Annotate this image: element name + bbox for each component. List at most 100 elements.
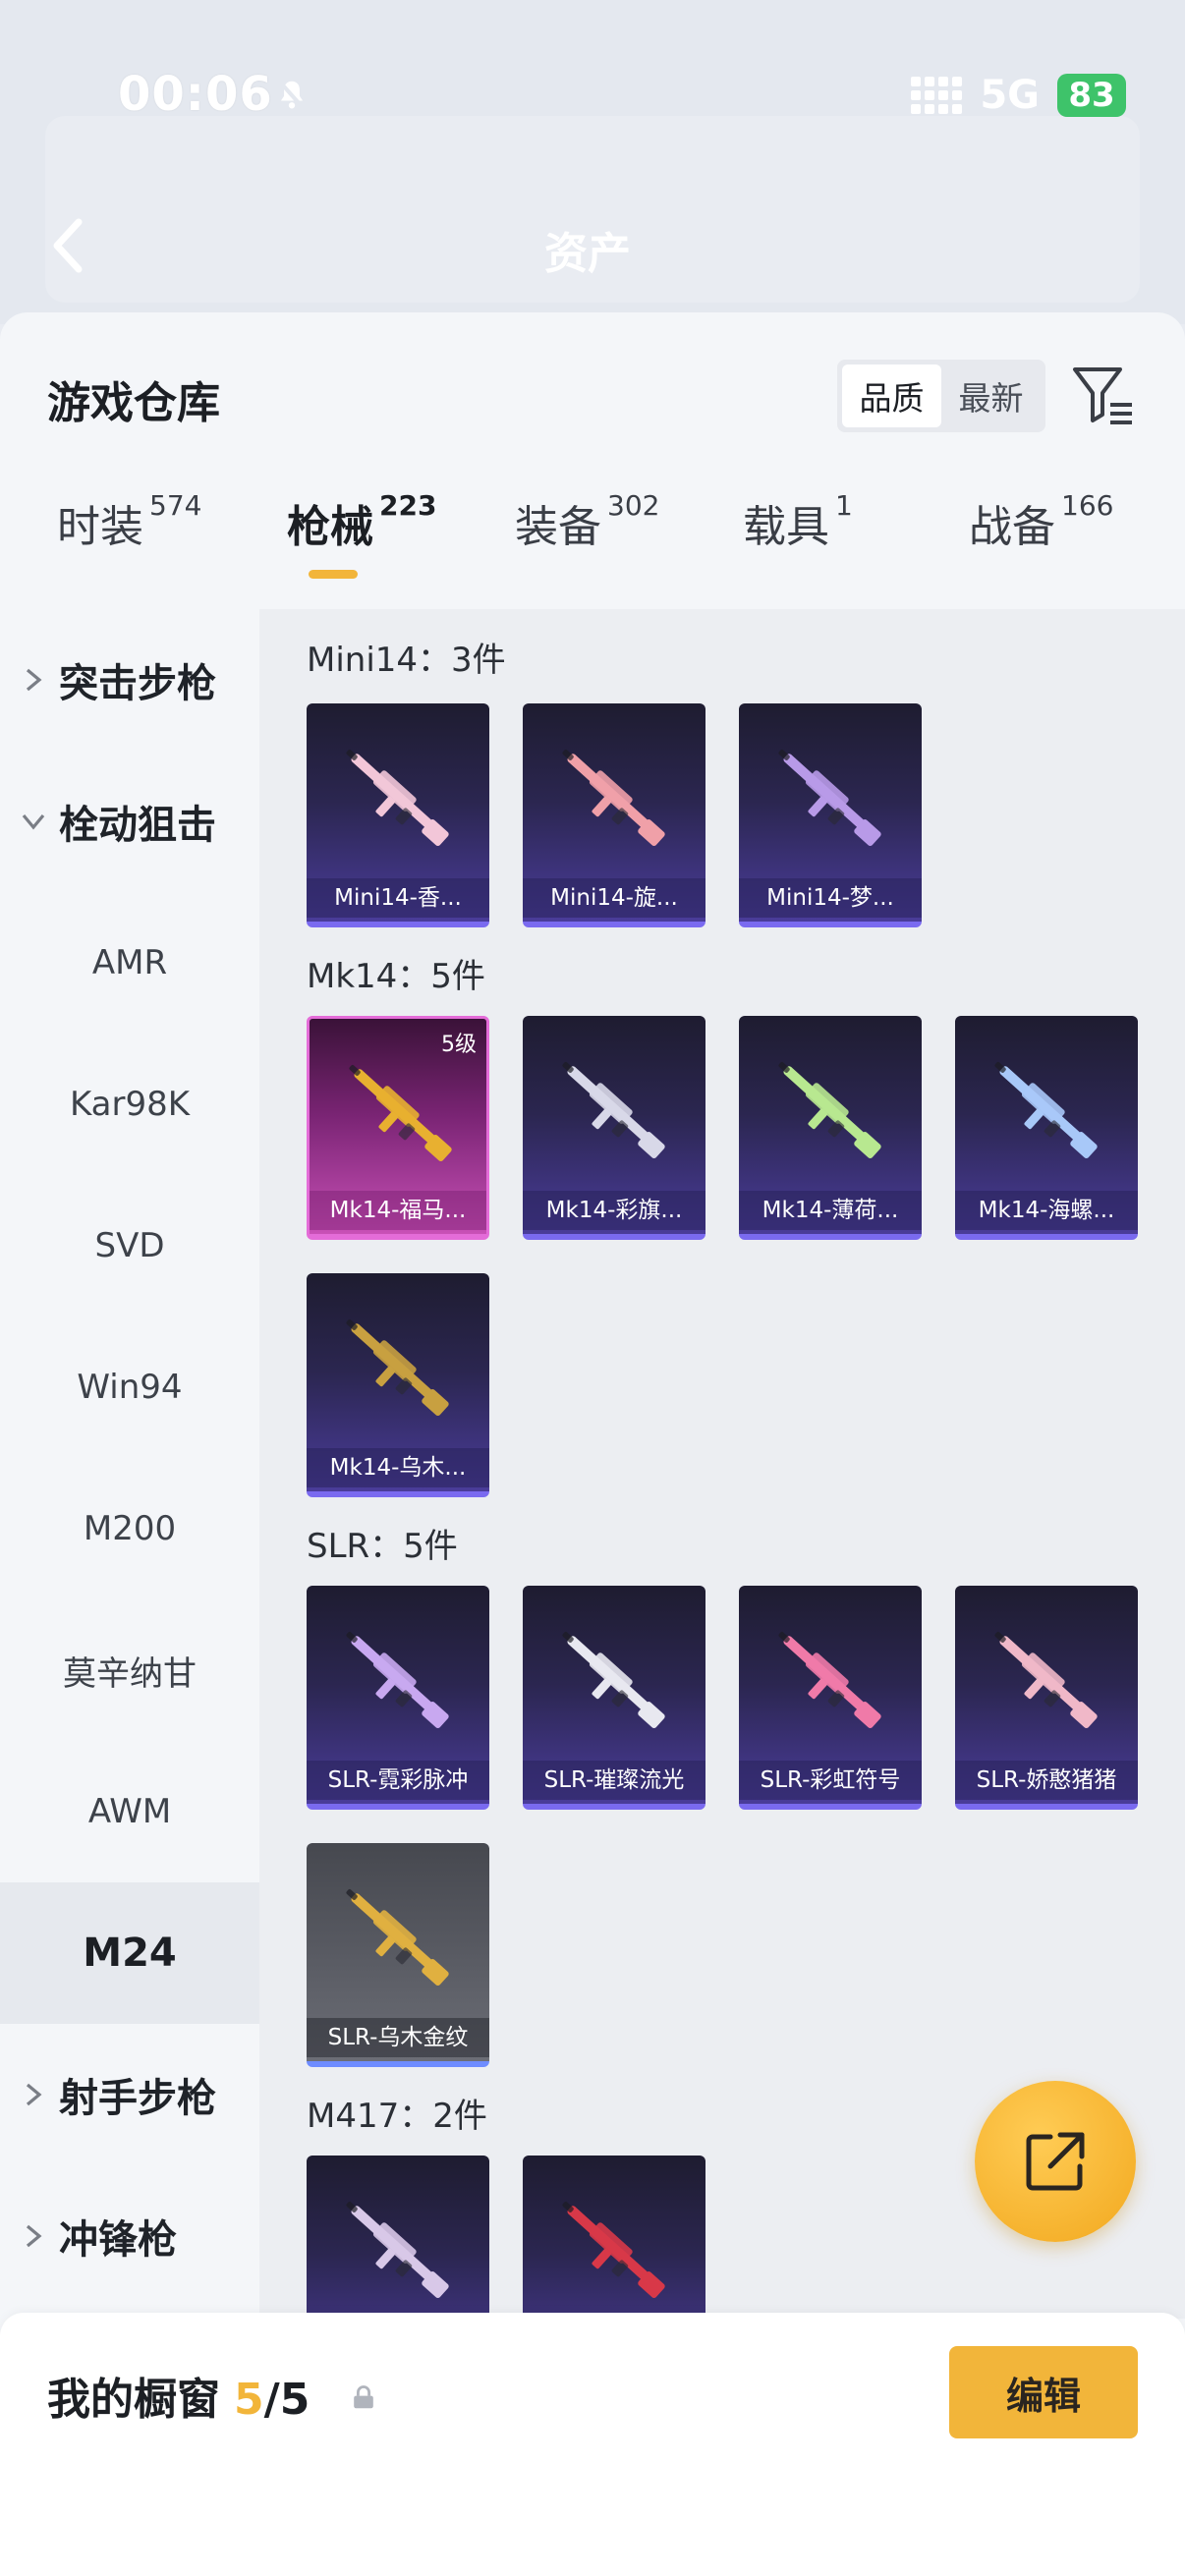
weapon-skin-icon: [778, 1632, 881, 1729]
weapon-skin-icon: [346, 1889, 449, 1987]
sort-option-newest[interactable]: 最新: [941, 364, 1041, 427]
section-title-slr: SLR：5件: [307, 1527, 458, 1566]
item-card[interactable]: Mk14-彩旗...: [523, 1016, 705, 1240]
network-type: 5G: [980, 73, 1040, 118]
weapon-skin-icon: [562, 750, 665, 847]
sidebar-item-label: 栓动狙击: [59, 803, 216, 848]
status-right: 5G 83: [911, 71, 1126, 120]
sidebar-item-mosin[interactable]: 莫辛纳甘: [0, 1599, 259, 1741]
item-name: Mini14-旋...: [523, 878, 705, 918]
sidebar-item-marksman-rifles[interactable]: 射手步枪: [0, 2024, 259, 2165]
sidebar-item-bolt-action-snipers[interactable]: 栓动狙击: [0, 751, 259, 892]
tab-label: 装备: [515, 502, 601, 552]
sidebar-item-m200[interactable]: M200: [0, 1458, 259, 1599]
tab-count: 223: [379, 489, 437, 522]
item-name: Mk14-彩旗...: [523, 1191, 705, 1230]
share-button[interactable]: [975, 2081, 1136, 2242]
sidebar-item-amr[interactable]: AMR: [0, 892, 259, 1034]
showcase-separator: /: [263, 2375, 280, 2425]
item-card[interactable]: Mk14-海螺...: [955, 1016, 1138, 1240]
warehouse-sheet: 游戏仓库 品质 最新 时装 574 枪械 223 装备 302 载具 1 战备 …: [0, 312, 1185, 2576]
item-name: Mini14-香...: [307, 878, 489, 918]
section-title-m417: M417：2件: [307, 2097, 487, 2136]
tab-count: 1: [835, 489, 853, 522]
showcase-current-count: 5: [234, 2375, 264, 2425]
item-card[interactable]: 5级 Mk14-福马...: [307, 1016, 489, 1240]
weapon-skin-icon: [346, 1632, 449, 1729]
sheet-header: 游戏仓库 品质 最新: [0, 312, 1185, 491]
sidebar-item-label: 冲锋枪: [59, 2217, 177, 2263]
filter-button[interactable]: [1069, 362, 1138, 430]
item-card[interactable]: SLR-彩虹符号: [739, 1586, 922, 1810]
weapon-skin-icon: [994, 1632, 1098, 1729]
tab-count: 166: [1061, 489, 1114, 522]
chevron-right-icon: [26, 2224, 42, 2248]
section-title-mk14: Mk14：5件: [307, 957, 485, 996]
sidebar-item-smg[interactable]: 冲锋枪: [0, 2165, 259, 2307]
sidebar-item-label: 射手步枪: [59, 2076, 216, 2121]
showcase-bar: 我的橱窗 5 / 5 编辑: [0, 2313, 1185, 2576]
item-card[interactable]: SLR-霓彩脉冲: [307, 1586, 489, 1810]
battery-indicator: 83: [1057, 74, 1126, 117]
tab-count: 302: [607, 489, 660, 522]
active-tab-indicator: [309, 570, 358, 579]
item-card[interactable]: Mini14-梦...: [739, 703, 922, 927]
weapon-type-sidebar: 突击步枪 栓动狙击 AMR Kar98K SVD Win94 M200 莫辛纳甘…: [0, 609, 259, 2319]
chevron-right-icon: [26, 2083, 42, 2106]
weapon-skin-icon: [562, 1062, 665, 1159]
status-time: 00:06: [118, 67, 273, 122]
sort-option-quality[interactable]: 品质: [842, 364, 941, 427]
tab-fashion[interactable]: 时装 574: [57, 489, 201, 589]
lock-icon: [354, 2385, 373, 2409]
weapon-skin-icon: [346, 1319, 449, 1417]
tab-label: 枪械: [287, 502, 373, 552]
item-name: SLR-彩虹符号: [739, 1761, 922, 1800]
background-page-title: 资产: [544, 229, 631, 279]
item-card[interactable]: Mk14-薄荷...: [739, 1016, 922, 1240]
background-header: 00:06 5G 83 资产: [0, 0, 1185, 324]
showcase-max-count: 5: [279, 2375, 310, 2425]
mute-bell-icon: [277, 80, 307, 111]
item-card[interactable]: Mini14-旋...: [523, 703, 705, 927]
item-name: Mini14-梦...: [739, 878, 922, 918]
chevron-down-icon: [22, 813, 45, 830]
sidebar-item-svd[interactable]: SVD: [0, 1175, 259, 1316]
tab-vehicles[interactable]: 载具 1: [743, 489, 853, 589]
chevron-left-icon: [53, 218, 83, 273]
weapon-skin-icon: [562, 1632, 665, 1729]
back-button[interactable]: [39, 206, 98, 285]
sidebar-item-awm[interactable]: AWM: [0, 1741, 259, 1882]
showcase-label: 我的橱窗 5 / 5: [47, 2364, 310, 2427]
chevron-right-icon: [26, 668, 42, 692]
sidebar-item-m24[interactable]: M24: [0, 1882, 259, 2024]
showcase-title: 我的橱窗: [47, 2375, 220, 2425]
item-card[interactable]: SLR-娇憨猪猪: [955, 1586, 1138, 1810]
sidebar-item-assault-rifles[interactable]: 突击步枪: [0, 609, 259, 751]
item-name: SLR-乌木金纹: [307, 2018, 489, 2057]
filter-icon: [1073, 367, 1132, 424]
item-name: Mk14-海螺...: [955, 1191, 1138, 1230]
section-title-mini14: Mini14：3件: [307, 641, 506, 680]
sort-toggle: 品质 最新: [837, 360, 1045, 432]
tab-equipment[interactable]: 装备 302: [515, 489, 660, 589]
weapon-skin-icon: [349, 1065, 452, 1162]
item-card[interactable]: Mini14-香...: [307, 703, 489, 927]
tab-label: 载具: [743, 502, 829, 552]
item-name: SLR-娇憨猪猪: [955, 1761, 1138, 1800]
sidebar-item-label: 突击步枪: [59, 661, 216, 706]
item-level-badge: 5级: [441, 1033, 477, 1057]
sheet-title: 游戏仓库: [47, 378, 220, 428]
sidebar-item-kar98k[interactable]: Kar98K: [0, 1034, 259, 1175]
item-name: SLR-璀璨流光: [523, 1761, 705, 1800]
weapon-skin-icon: [346, 2202, 449, 2299]
weapon-skin-icon: [778, 1062, 881, 1159]
item-card[interactable]: SLR-璀璨流光: [523, 1586, 705, 1810]
item-name: SLR-霓彩脉冲: [307, 1761, 489, 1800]
item-card[interactable]: SLR-乌木金纹: [307, 1843, 489, 2067]
weapon-skin-icon: [562, 2202, 665, 2299]
edit-button[interactable]: 编辑: [949, 2346, 1138, 2438]
item-card[interactable]: Mk14-乌木...: [307, 1273, 489, 1497]
tab-supplies[interactable]: 战备 166: [969, 489, 1114, 589]
sidebar-item-win94[interactable]: Win94: [0, 1316, 259, 1458]
item-grid: Mini14：3件 Mini14-香... Mini14-旋... Mini14…: [259, 609, 1185, 2380]
